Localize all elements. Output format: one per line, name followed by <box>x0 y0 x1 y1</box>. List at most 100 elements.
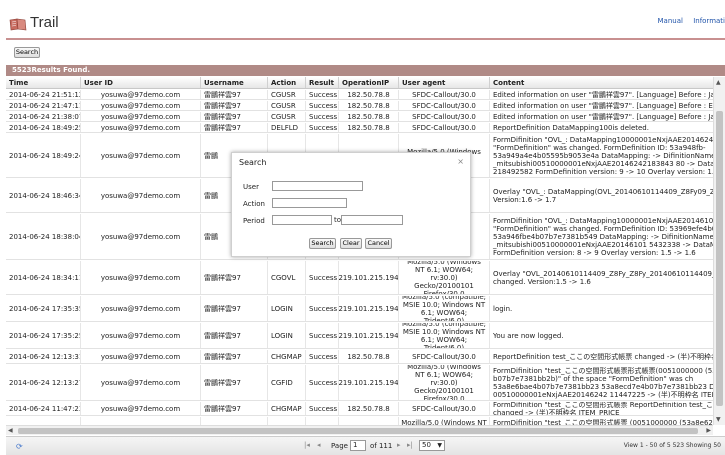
cell-result: Success <box>306 90 339 99</box>
cell-time <box>6 417 81 425</box>
cell-ip: 182.50.78.8 <box>339 90 399 99</box>
scroll-left-icon[interactable]: ◀ <box>8 427 13 434</box>
manual-link[interactable]: Manual <box>658 17 683 25</box>
cell-user-id: yosuwa@97demo.com <box>81 350 201 363</box>
cell-action <box>268 417 306 425</box>
cell-time: 2014-06-24 21:38:07 <box>6 112 81 121</box>
user-input[interactable] <box>272 181 363 191</box>
table-row[interactable]: 2014-06-24 21:38:07 yosuwa@97demo.com 雷鵬… <box>6 112 713 122</box>
dialog-cancel-button[interactable]: Cancel <box>365 238 392 249</box>
vertical-scrollbar[interactable]: ▲ ▼ <box>713 77 725 425</box>
cell-content: ReportDefinition test_ここの空間形式帳票 changed … <box>493 352 713 361</box>
refresh-icon[interactable]: ⟳ <box>16 442 23 451</box>
last-page-icon[interactable]: ▸| <box>407 441 413 449</box>
horizontal-scroll-thumb[interactable] <box>18 428 698 434</box>
scroll-right-icon[interactable]: ▶ <box>706 427 711 434</box>
cell-time: 2014-06-24 18:49:24 <box>6 134 81 177</box>
cell-result: Success <box>306 296 339 321</box>
cell-ip: 219.101.215.194 <box>339 323 399 348</box>
cell-user-id: yosuwa@97demo.com <box>81 365 201 400</box>
column-header-username[interactable]: Username <box>201 77 268 88</box>
cell-user-id: yosuwa@97demo.com <box>81 179 201 212</box>
page-number-input[interactable]: 1 <box>350 440 366 451</box>
table-row[interactable]: 2014-06-24 12:13:27 yosuwa@97demo.com 雷鵬… <box>6 365 713 401</box>
cell-user-id: yosuwa@97demo.com <box>81 123 201 132</box>
cell-username: 雷鵬祥雲97 <box>201 123 268 132</box>
page-label: Page <box>331 442 348 450</box>
cell-content: Overlay "OVL_: DataMapping(OVL_201406101… <box>493 187 713 204</box>
cell-ip: 182.50.78.8 <box>339 350 399 363</box>
search-button[interactable]: Search <box>14 47 40 58</box>
table-row[interactable]: 2014-06-24 18:34:11 yosuwa@97demo.com 雷鵬… <box>6 261 713 295</box>
scroll-up-icon[interactable]: ▲ <box>716 79 721 86</box>
cell-username: 雷鵬祥雲97 <box>201 296 268 321</box>
cell-ip <box>339 417 399 425</box>
prev-page-icon[interactable]: ◂ <box>317 441 321 449</box>
pager: ⟳ |◂ ◂ Page 1 of 111 ▸ ▸| 50 ▼ View 1 - … <box>6 436 725 455</box>
period-label: Period <box>243 217 265 225</box>
next-page-icon[interactable]: ▸ <box>397 441 401 449</box>
page-total: of 111 <box>370 442 393 450</box>
cell-time: 2014-06-24 18:46:34 <box>6 179 81 212</box>
cell-username <box>201 417 268 425</box>
information-link[interactable]: Informati <box>693 17 725 25</box>
action-input[interactable] <box>272 198 347 208</box>
cell-action: LOGIN <box>268 296 306 321</box>
page-size-select[interactable]: 50 ▼ <box>419 440 445 451</box>
cell-username: 雷鵬祥雲97 <box>201 90 268 99</box>
cell-content: Edited information on user "雷鵬祥雲97". [La… <box>493 112 713 121</box>
column-header-result[interactable]: Result <box>306 77 339 88</box>
table-row[interactable]: Mozilla/5.0 (Windows NT FormDifinition "… <box>6 417 713 425</box>
column-header-operation-ip[interactable]: OperationIP <box>339 77 399 88</box>
cell-result: Success <box>306 323 339 348</box>
cell-content: ReportDefinition DataMapping100is delete… <box>493 123 649 132</box>
cell-user-agent: Mozilla/5.0 (compatible; MSIE 10.0; Wind… <box>399 296 490 321</box>
cell-user-id: yosuwa@97demo.com <box>81 402 201 415</box>
page-size-value: 50 <box>422 441 431 449</box>
first-page-icon[interactable]: |◂ <box>304 441 310 449</box>
cell-user-id: yosuwa@97demo.com <box>81 101 201 110</box>
table-row[interactable]: 2014-06-24 12:13:31 yosuwa@97demo.com 雷鵬… <box>6 350 713 364</box>
column-header-user-agent[interactable]: User agent <box>399 77 490 88</box>
period-from-input[interactable] <box>272 215 332 225</box>
cell-ip: 182.50.78.8 <box>339 112 399 121</box>
cell-action: CGOVL <box>268 261 306 294</box>
header-links: Manual Informati <box>650 17 725 25</box>
cell-time: 2014-06-24 11:47:23 <box>6 402 81 415</box>
dialog-search-button[interactable]: Search <box>309 238 336 249</box>
cell-time: 2014-06-24 18:38:04 <box>6 214 81 259</box>
table-row[interactable]: 2014-06-24 17:35:35 yosuwa@97demo.com 雷鵬… <box>6 296 713 322</box>
table-row[interactable]: 2014-06-24 11:47:23 yosuwa@97demo.com 雷鵬… <box>6 402 713 416</box>
cell-time: 2014-06-24 21:47:11 <box>6 101 81 110</box>
column-header-user-id[interactable]: User ID <box>81 77 201 88</box>
table-row[interactable]: 2014-06-24 18:49:25 yosuwa@97demo.com 雷鵬… <box>6 123 713 133</box>
table-row[interactable]: 2014-06-24 21:51:12 yosuwa@97demo.com 雷鵬… <box>6 90 713 100</box>
close-icon[interactable]: × <box>457 157 464 166</box>
horizontal-scrollbar[interactable]: ◀ ▶ <box>6 425 713 435</box>
dialog-clear-button[interactable]: Clear <box>340 238 362 249</box>
period-to-input[interactable] <box>341 215 403 225</box>
cell-user-id: yosuwa@97demo.com <box>81 261 201 294</box>
column-header-time[interactable]: Time <box>6 77 81 88</box>
scroll-down-icon[interactable]: ▼ <box>716 416 721 423</box>
cell-user-id: yosuwa@97demo.com <box>81 214 201 259</box>
cell-username: 雷鵬祥雲97 <box>201 365 268 400</box>
vertical-scroll-thumb[interactable] <box>716 111 723 406</box>
cell-content: FormDifinition "OVL_: DataMapping1000000… <box>493 135 713 176</box>
cell-user-agent: SFDC-Callout/30.0 <box>399 123 490 132</box>
column-header-action[interactable]: Action <box>268 77 306 88</box>
cell-result: Success <box>306 123 339 132</box>
cell-action: CHGMAP <box>268 402 306 415</box>
cell-ip: 182.50.78.8 <box>339 101 399 110</box>
table-row[interactable]: 2014-06-24 21:47:11 yosuwa@97demo.com 雷鵬… <box>6 101 713 111</box>
chevron-down-icon: ▼ <box>437 442 442 449</box>
cell-action: CGUSR <box>268 112 306 121</box>
cell-user-agent: SFDC-Callout/30.0 <box>399 101 490 110</box>
cell-result: Success <box>306 261 339 294</box>
cell-user-id <box>81 417 201 425</box>
cell-ip: 219.101.215.194 <box>339 261 399 294</box>
cell-time: 2014-06-24 17:35:35 <box>6 296 81 321</box>
cell-action: CGUSR <box>268 101 306 110</box>
column-header-content[interactable]: Content <box>490 77 713 88</box>
table-row[interactable]: 2014-06-24 17:35:25 yosuwa@97demo.com 雷鵬… <box>6 323 713 349</box>
